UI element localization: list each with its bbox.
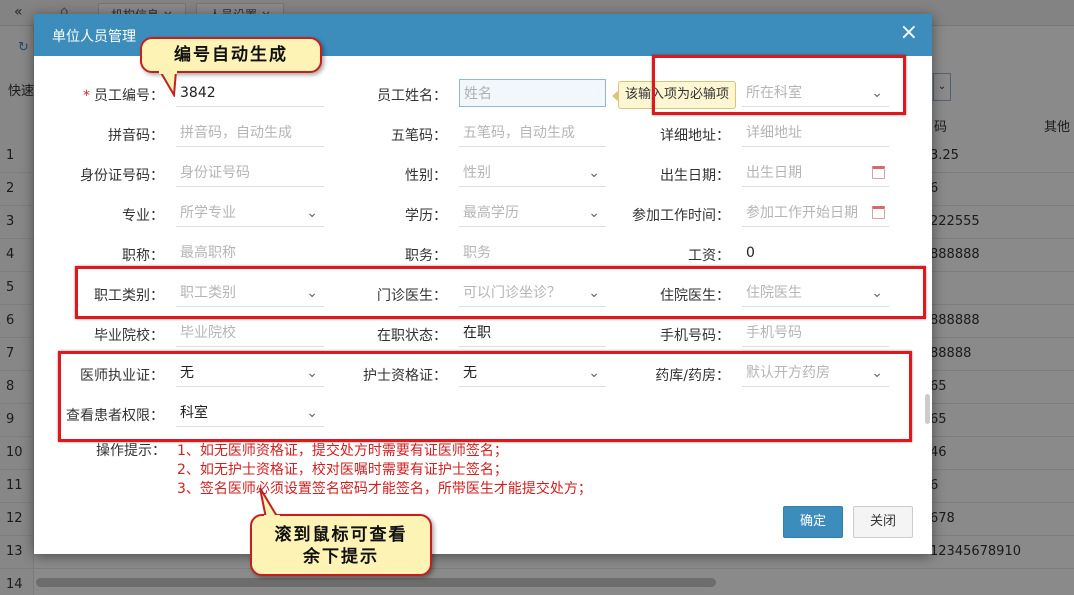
education-select[interactable]: 最高学历 ⌄ bbox=[459, 199, 606, 227]
chevron-down-icon: ⌄ bbox=[588, 205, 600, 221]
label-birth: 出生日期： bbox=[660, 168, 730, 184]
label-pinyin: 拼音码： bbox=[108, 128, 164, 144]
label-wubi: 五笔码： bbox=[391, 128, 447, 144]
salary-value[interactable]: 0 bbox=[742, 239, 889, 267]
required-asterisk: * bbox=[83, 88, 90, 104]
dialog-scrollbar[interactable] bbox=[925, 394, 930, 424]
gender-select[interactable]: 性别 ⌄ bbox=[459, 159, 606, 187]
birth-date-input[interactable]: 出生日期 bbox=[742, 159, 889, 187]
label-emp-name: 员工姓名： bbox=[377, 88, 447, 104]
label-work-start: 参加工作时间： bbox=[632, 208, 730, 224]
close-button[interactable]: 关闭 bbox=[853, 506, 913, 538]
annotation-box-dept bbox=[652, 55, 906, 115]
close-icon[interactable]: × bbox=[900, 22, 918, 44]
emp-name-input[interactable]: 姓名 bbox=[459, 79, 606, 107]
confirm-button[interactable]: 确定 bbox=[783, 506, 843, 538]
callout-pointer-icon bbox=[259, 488, 280, 518]
label-title-rank: 职称： bbox=[122, 248, 164, 264]
status-select[interactable]: 在职 bbox=[459, 319, 606, 347]
hint-title: 操作提示： bbox=[96, 443, 166, 459]
work-start-date-input[interactable]: 参加工作开始日期 bbox=[742, 199, 889, 227]
id-no-input[interactable]: 身份证号码 bbox=[176, 159, 324, 187]
dialog-title: 单位人员管理 bbox=[52, 29, 136, 45]
label-address: 详细地址： bbox=[660, 128, 730, 144]
label-school: 毕业院校： bbox=[94, 328, 164, 344]
label-education: 学历： bbox=[405, 208, 447, 224]
chevron-down-icon: ⌄ bbox=[306, 205, 318, 221]
title-rank-input[interactable]: 最高职称 bbox=[176, 239, 324, 267]
pinyin-input[interactable]: 拼音码，自动生成 bbox=[176, 119, 324, 147]
label-id-no: 身份证号码： bbox=[80, 168, 164, 184]
label-status: 在职状态： bbox=[377, 328, 447, 344]
callout-auto-number: 编号自动生成 bbox=[140, 37, 322, 97]
hint-line: 1、如无医师资格证，提交处方时需要有证医师签名； bbox=[177, 443, 508, 459]
label-duty: 职务： bbox=[405, 248, 447, 264]
hint-line: 3、签名医师必须设置签名密码才能签名，所带医生才能提交处方； bbox=[177, 481, 592, 497]
wubi-input[interactable]: 五笔码，自动生成 bbox=[459, 119, 606, 147]
label-phone: 手机号码： bbox=[660, 328, 730, 344]
label-salary: 工资： bbox=[688, 248, 730, 264]
phone-input[interactable]: 手机号码 bbox=[742, 319, 889, 347]
calendar-icon[interactable] bbox=[872, 166, 885, 179]
chevron-down-icon: ⌄ bbox=[588, 165, 600, 181]
emp-no-field[interactable]: 3842 bbox=[176, 79, 324, 107]
address-input[interactable]: 详细地址 bbox=[742, 119, 889, 147]
label-major: 专业： bbox=[122, 208, 164, 224]
callout-pointer-icon bbox=[158, 71, 178, 97]
annotation-box-doctor-type bbox=[75, 266, 926, 319]
duty-input[interactable]: 职务 bbox=[459, 239, 606, 267]
label-gender: 性别： bbox=[405, 168, 447, 184]
hint-line: 2、如无护士资格证，校对医嘱时需要有证护士签名； bbox=[177, 462, 508, 478]
school-input[interactable]: 毕业院校 bbox=[176, 319, 324, 347]
calendar-icon[interactable] bbox=[872, 206, 885, 219]
major-select[interactable]: 所学专业 ⌄ bbox=[176, 199, 324, 227]
annotation-box-certificates bbox=[58, 351, 912, 442]
callout-scroll-hint: 滚到鼠标可查看 余下提示 bbox=[250, 488, 432, 576]
